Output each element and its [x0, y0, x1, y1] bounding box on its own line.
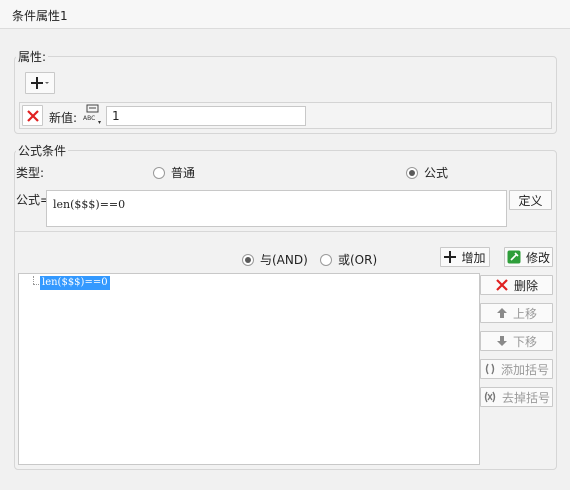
new-value-label: 新值:	[49, 111, 78, 125]
formula-textarea[interactable]: len($$$)==0	[46, 190, 507, 227]
radio-or-indicator	[320, 253, 332, 266]
arrow-down-icon	[496, 336, 507, 346]
modify-button[interactable]: 修改	[504, 247, 553, 267]
formula-text: len($$$)==0	[53, 198, 126, 211]
logic-or-label: 或(OR)	[338, 253, 378, 267]
logic-radio-or[interactable]: 或(OR)	[320, 251, 377, 268]
remove-attribute-button[interactable]	[22, 105, 43, 126]
close-icon	[26, 109, 39, 122]
window-title: 条件属性1	[12, 9, 68, 23]
add-bracket-button-label: 添加括号	[500, 362, 549, 377]
type-normal-label: 普通	[171, 166, 196, 180]
type-formula-label: 公式	[424, 166, 449, 180]
remove-bracket-button[interactable]: 去掉括号	[480, 387, 553, 407]
bracket-icon	[485, 363, 495, 375]
new-value-text: 1	[112, 109, 120, 123]
modify-button-label: 修改	[525, 250, 550, 265]
move-down-button-label: 下移	[512, 334, 537, 349]
plus-icon	[31, 77, 49, 89]
move-up-button[interactable]: 上移	[480, 303, 553, 323]
modify-icon	[507, 250, 521, 264]
condition-item[interactable]: len($$$)==0	[40, 276, 110, 290]
delete-button[interactable]: 删除	[480, 275, 553, 295]
logic-radio-and[interactable]: 与(AND)	[242, 251, 308, 268]
define-button-label: 定义	[518, 193, 543, 208]
condition-list[interactable]: len($$$)==0	[18, 273, 480, 465]
add-bracket-button[interactable]: 添加括号	[480, 359, 553, 379]
svg-text:ABC: ABC	[83, 115, 95, 122]
move-up-button-label: 上移	[512, 306, 537, 321]
close-icon	[496, 279, 508, 291]
window-title-bar: 条件属性1	[0, 0, 570, 29]
add-button-label: 增加	[461, 250, 486, 265]
define-button[interactable]: 定义	[509, 190, 552, 210]
condition-tree-connector	[33, 276, 35, 284]
attribute-group-legend: 属性:	[16, 48, 49, 65]
delete-button-label: 删除	[513, 278, 538, 293]
radio-normal-indicator	[153, 166, 165, 179]
condition-tree-branch	[33, 284, 39, 285]
plus-icon	[444, 251, 457, 263]
radio-and-indicator	[242, 253, 254, 266]
type-label: 类型:	[16, 166, 45, 180]
formula-group-legend: 公式条件	[16, 142, 69, 159]
new-value-field[interactable]: 1	[106, 106, 306, 126]
value-type-selector[interactable]: ABC	[82, 104, 104, 126]
abc-type-icon: ABC	[83, 104, 101, 124]
condition-item-text: len($$$)==0	[42, 277, 108, 288]
type-radio-normal[interactable]: 普通	[153, 164, 195, 181]
radio-formula-indicator	[406, 166, 418, 179]
remove-bracket-icon	[484, 391, 496, 403]
remove-bracket-button-label: 去掉括号	[501, 390, 550, 405]
add-button[interactable]: 增加	[440, 247, 490, 267]
formula-label: 公式=	[16, 193, 51, 207]
type-radio-formula[interactable]: 公式	[406, 164, 448, 181]
move-down-button[interactable]: 下移	[480, 331, 553, 351]
logic-and-label: 与(AND)	[260, 253, 308, 267]
divider	[14, 231, 557, 232]
arrow-up-icon	[496, 308, 507, 318]
add-attribute-dropdown-button[interactable]	[25, 72, 55, 94]
